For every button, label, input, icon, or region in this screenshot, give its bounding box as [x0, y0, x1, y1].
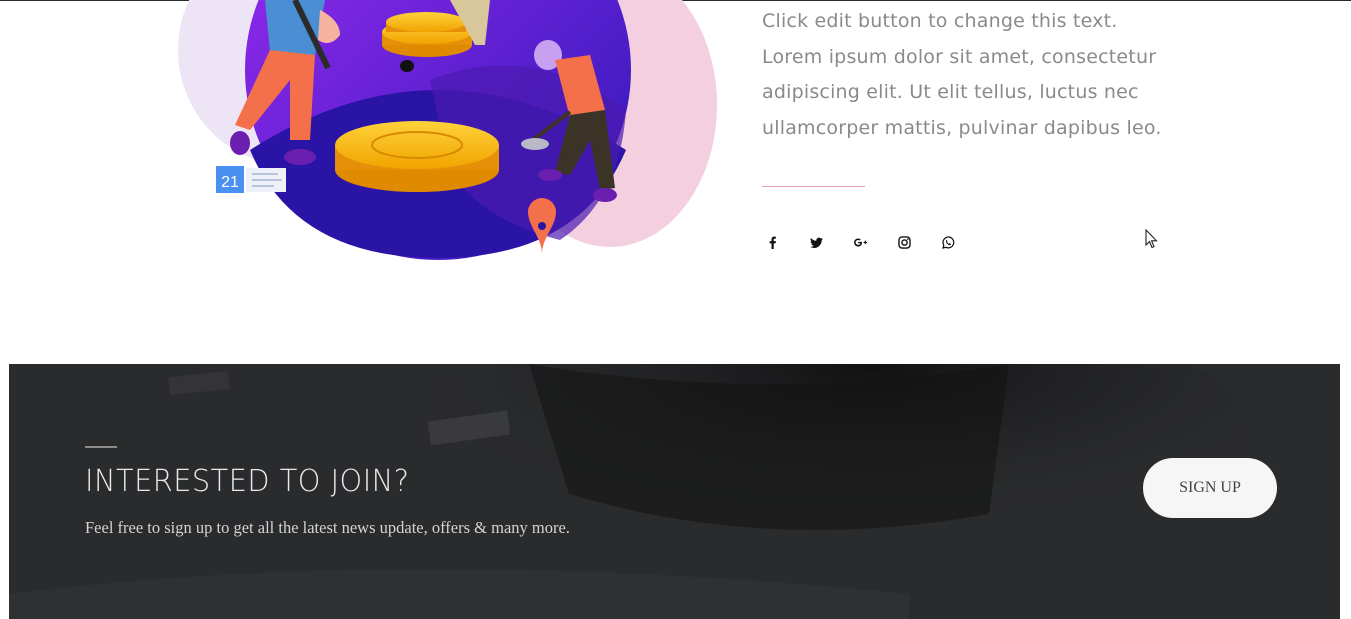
hero-illustration: 21 [150, 0, 750, 300]
about-paragraph: Click edit button to change this text. L… [762, 4, 1192, 146]
paragraph-line: adipiscing elit. Ut elit tellus, luctus … [762, 81, 1139, 103]
accent-divider [762, 186, 865, 187]
instagram-icon[interactable] [894, 232, 914, 252]
sign-up-button[interactable]: SIGN UP [1143, 458, 1277, 518]
paragraph-line: Click edit button to change this text. [762, 10, 1118, 32]
join-cta-section: INTERESTED TO JOIN? Feel free to sign up… [9, 364, 1340, 619]
social-links [762, 232, 958, 252]
cta-title: INTERESTED TO JOIN? [85, 464, 410, 499]
cta-divider [85, 446, 117, 448]
coins-illustration: 21 [178, 0, 717, 260]
mouse-cursor-icon [1145, 229, 1158, 249]
paragraph-line: Lorem ipsum dolor sit amet, consectetur [762, 45, 1157, 68]
whatsapp-icon[interactable] [938, 232, 958, 252]
cta-subtitle: Feel free to sign up to get all the late… [85, 518, 570, 537]
google-plus-icon[interactable] [850, 232, 870, 252]
calendar-badge-number: 21 [221, 174, 239, 191]
twitter-icon[interactable] [806, 232, 826, 252]
paragraph-line: ullamcorper mattis, pulvinar dapibus leo… [762, 116, 1162, 139]
facebook-icon[interactable] [762, 232, 782, 252]
